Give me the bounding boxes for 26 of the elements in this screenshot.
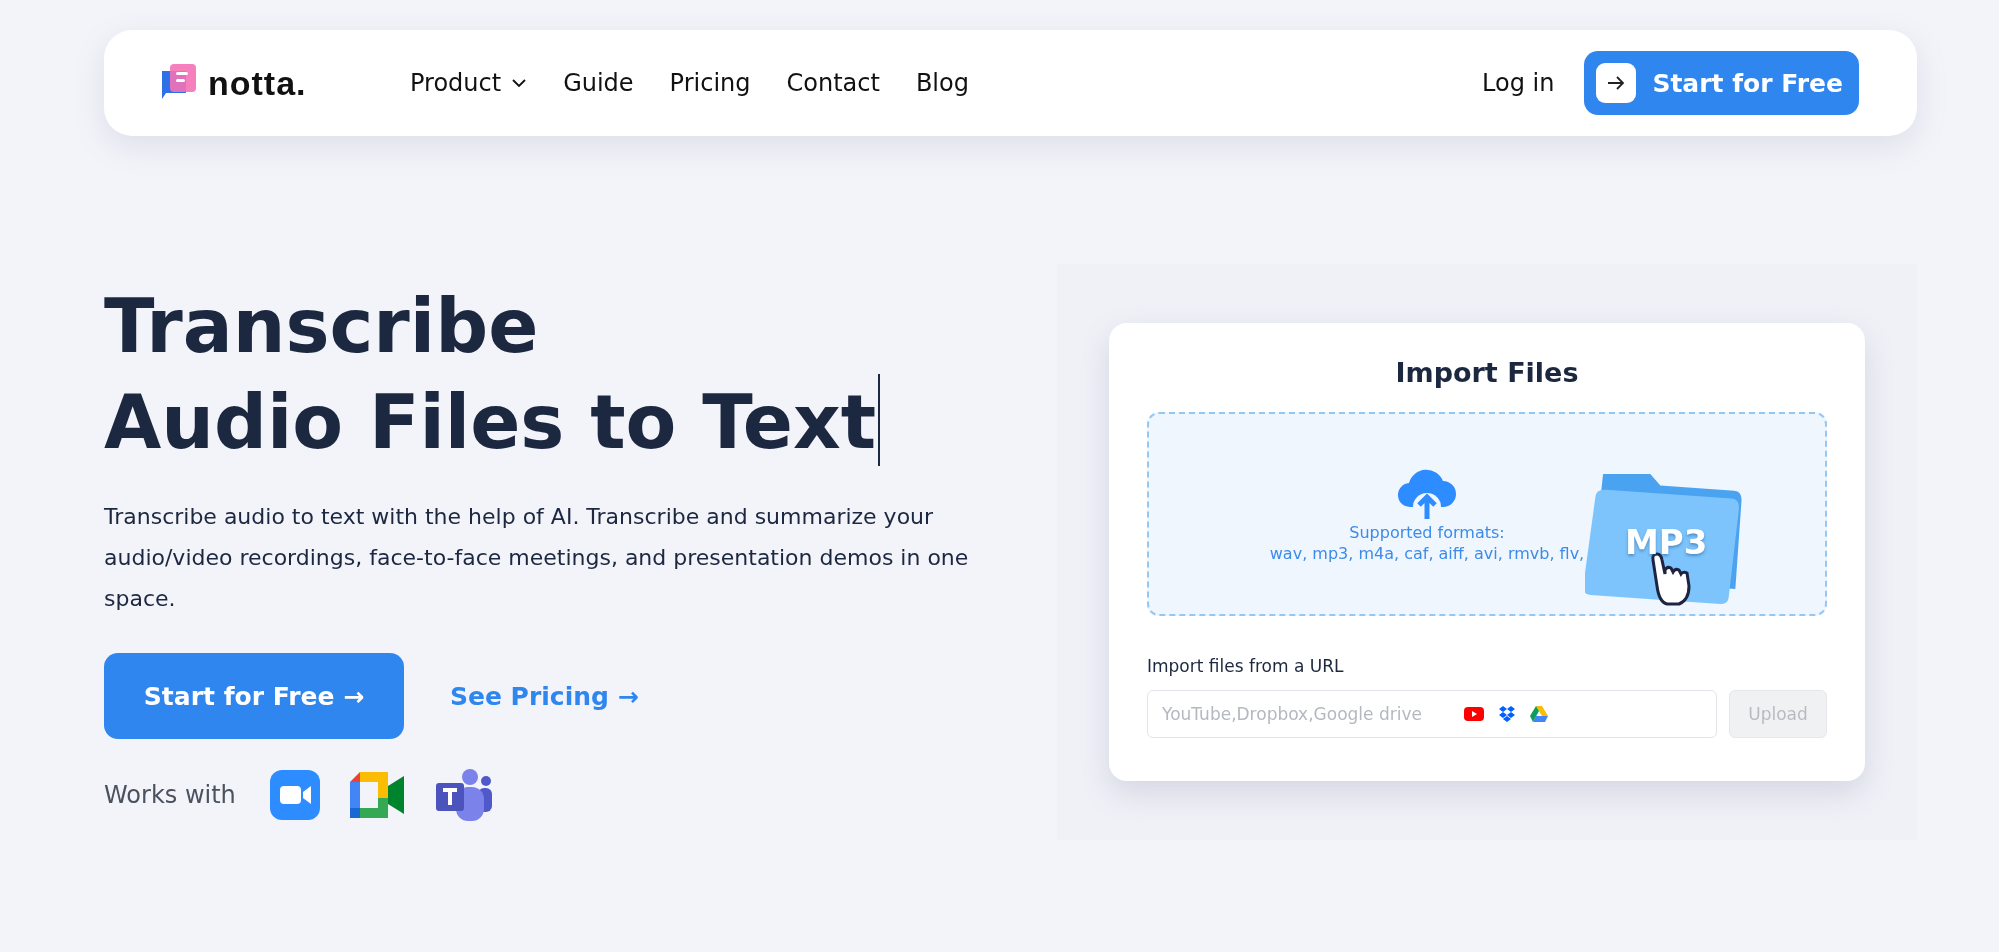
logo-wordmark[interactable]: notta. bbox=[208, 63, 307, 103]
nav-link[interactable]: Pricing bbox=[669, 69, 751, 97]
works-with-label: Works with bbox=[104, 781, 236, 809]
video-camera-icon bbox=[269, 770, 320, 820]
video-play-icon bbox=[1464, 707, 1484, 721]
nav-link[interactable]: Contact bbox=[786, 69, 880, 97]
url-input-field[interactable]: YouTube,Dropbox,Google drive bbox=[1160, 703, 1450, 725]
team-chat-icon bbox=[435, 769, 492, 821]
nav-link[interactable]: Product bbox=[410, 69, 528, 97]
start-free-button[interactable]: Start for Free → bbox=[104, 653, 404, 739]
hero-description: Transcribe audio to text with the help of AI. Transcribe and summarize your audio/video recordings, face-to-face meetings, and presentation demos in one space. bbox=[104, 503, 970, 613]
folder-label: MP3 bbox=[1625, 522, 1708, 562]
start-free-button[interactable]: Start for Free bbox=[1584, 51, 1859, 115]
box-icon bbox=[1498, 706, 1516, 722]
card-title: Import Files bbox=[1394, 357, 1580, 388]
chevron-down-icon bbox=[511, 78, 528, 88]
hero-heading: Transcribe Audio Files to Text bbox=[104, 278, 881, 470]
nav-link[interactable]: Guide bbox=[563, 69, 634, 97]
url-label: Import files from a URL bbox=[1147, 656, 1345, 676]
arrow-right-icon bbox=[1596, 63, 1637, 103]
formats-label: Supported formats: bbox=[1349, 523, 1505, 542]
nav-link[interactable]: Blog bbox=[915, 69, 969, 97]
meeting-camera-icon bbox=[349, 772, 406, 818]
drive-icon bbox=[1530, 706, 1548, 722]
formats-list: wav, mp3, m4a, caf, aiff, avi, rmvb, flv, bbox=[1269, 544, 1585, 563]
login-link[interactable]: Log in bbox=[1482, 69, 1555, 97]
